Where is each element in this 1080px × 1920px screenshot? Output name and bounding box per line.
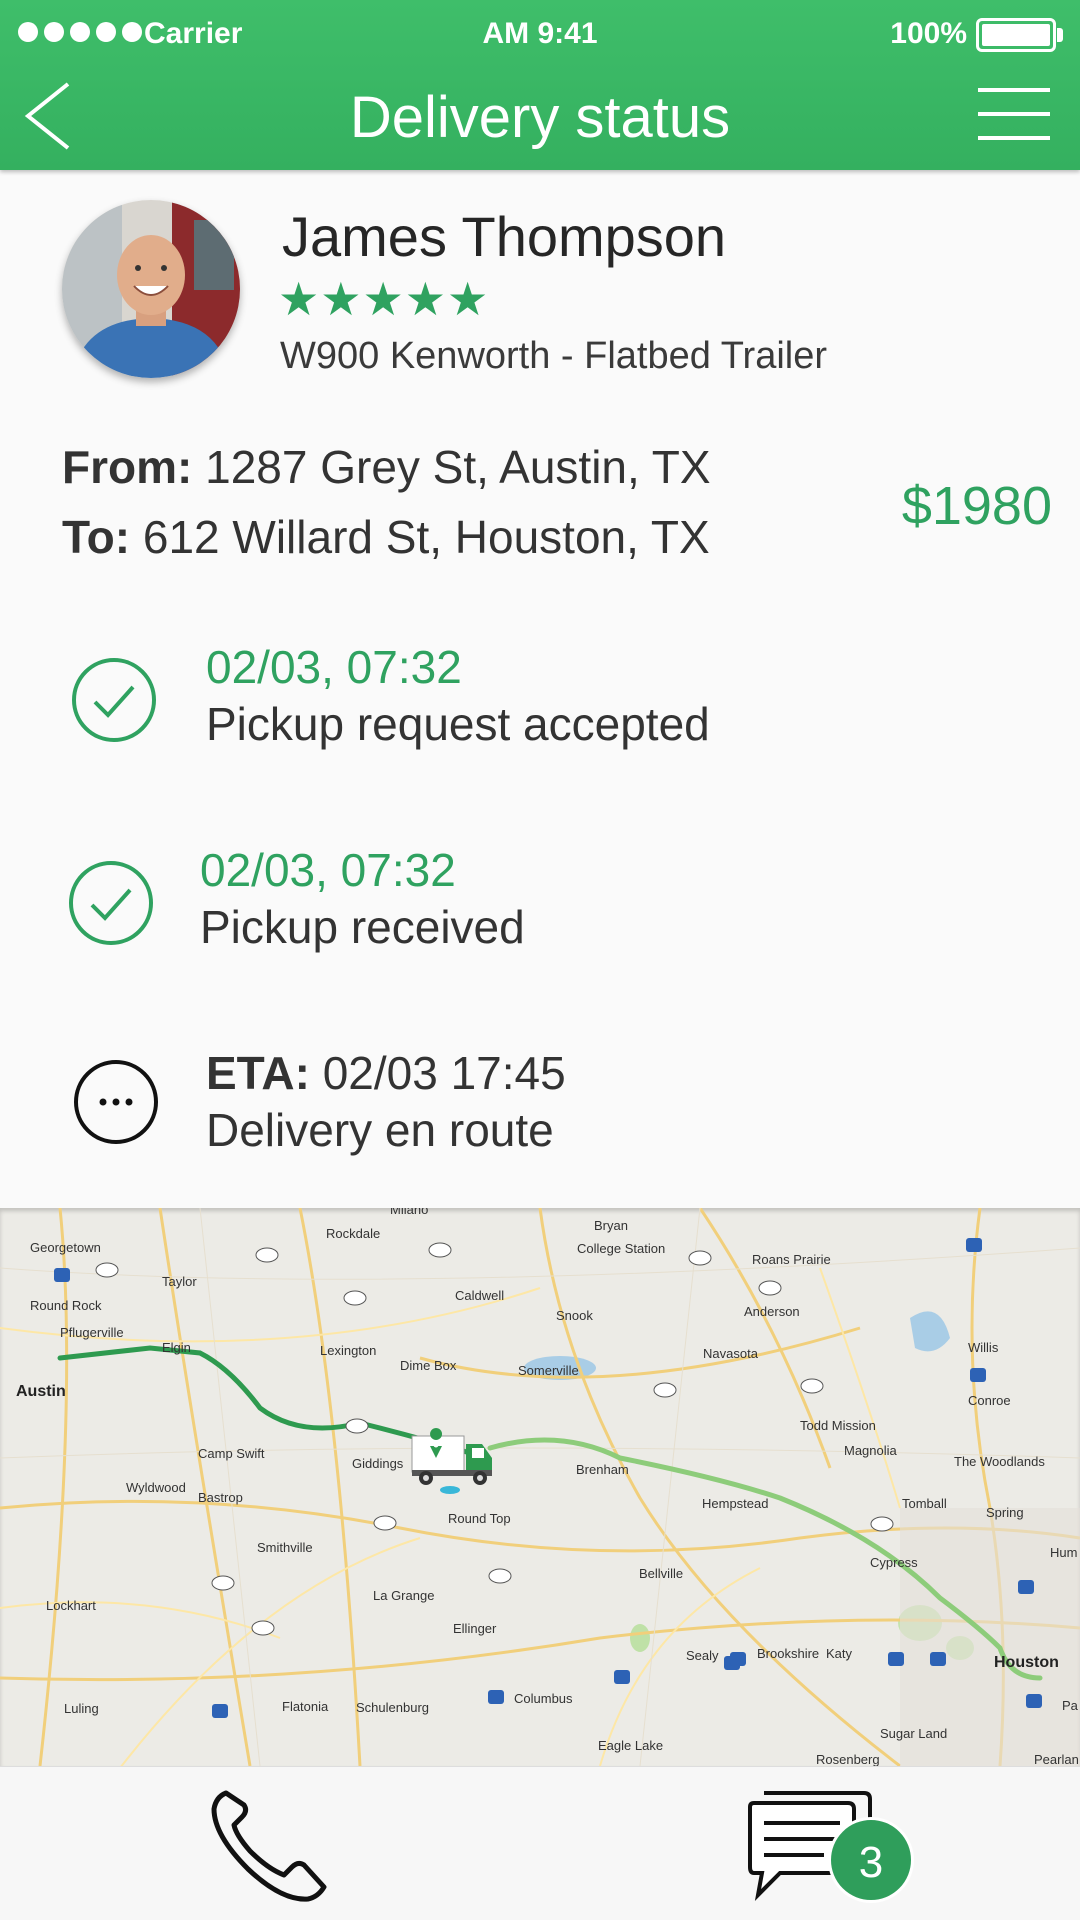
step-time: 02/03, 07:32: [206, 641, 462, 693]
map-label: Todd Mission: [800, 1418, 876, 1433]
map-label: Houston: [994, 1654, 1059, 1671]
map-label: Schulenburg: [356, 1700, 429, 1715]
map-label: Dime Box: [400, 1358, 457, 1373]
map-label: Pa: [1062, 1698, 1078, 1713]
map-label: Luling: [64, 1701, 99, 1716]
map-label: Columbus: [514, 1691, 573, 1706]
map-label: Austin: [16, 1383, 66, 1400]
map-label: Anderson: [744, 1304, 800, 1319]
map-label: Navasota: [703, 1346, 758, 1361]
step-time: 02/03, 07:32: [200, 844, 456, 896]
map-label: Bellville: [639, 1566, 684, 1581]
from-address: From: 1287 Grey St, Austin, TX: [62, 440, 711, 494]
map-label: Giddings: [352, 1456, 404, 1471]
map-label: Conroe: [968, 1393, 1011, 1408]
map-label: Camp Swift: [198, 1446, 265, 1461]
map-label: Bryan: [594, 1218, 628, 1233]
vehicle-info: W900 Kenworth - Flatbed Trailer: [280, 335, 828, 377]
map-label: Brookshire: [757, 1646, 820, 1661]
map-label: Round Rock: [30, 1298, 102, 1313]
map-label: Taylor: [162, 1274, 197, 1289]
map-label: Cypress: [870, 1555, 918, 1570]
map-label: Tomball: [902, 1496, 947, 1511]
map-label: Flatonia: [282, 1699, 329, 1714]
app-header: Carrier AM 9:41 100% Delivery status: [0, 0, 1080, 170]
map-label: Milano: [390, 1208, 429, 1217]
map-label: Rockdale: [326, 1226, 381, 1241]
map-label: Eagle Lake: [598, 1738, 664, 1753]
hamburger-icon: [978, 88, 1050, 92]
eta-time: ETA: 02/03 17:45: [206, 1046, 566, 1100]
map-label: La Grange: [373, 1588, 435, 1603]
map-label: Sugar Land: [880, 1726, 948, 1741]
map-label: Ellinger: [453, 1621, 497, 1636]
truck-icon: [411, 1428, 492, 1494]
rating-stars: ★★★★★: [278, 272, 490, 326]
check-circle-icon: [72, 658, 156, 742]
map-label: Hum: [1050, 1545, 1078, 1560]
step-label: Pickup received: [200, 901, 525, 953]
map-label: Somerville: [518, 1363, 579, 1378]
battery-percent: 100%: [890, 17, 967, 50]
map-label: Lexington: [320, 1343, 377, 1358]
route-map[interactable]: Georgetown Taylor Round Rock Pflugervill…: [0, 1208, 1080, 1766]
map-label: Elgin: [162, 1340, 191, 1355]
eta-value: 02/03 17:45: [322, 1047, 566, 1099]
eta-label: ETA:: [206, 1047, 310, 1099]
map-label: Sealy: [686, 1648, 719, 1663]
bottom-bar: 3: [0, 1766, 1080, 1920]
more-circle-icon: [74, 1060, 158, 1144]
map-label: Caldwell: [455, 1288, 505, 1303]
to-label: To:: [62, 511, 131, 563]
unread-badge: 3: [828, 1817, 914, 1903]
map-label: Magnolia: [844, 1443, 897, 1458]
menu-button[interactable]: [978, 88, 1050, 144]
step-label: Pickup request accepted: [206, 698, 710, 750]
phone-icon: [211, 1790, 327, 1902]
battery-icon: [976, 18, 1056, 52]
from-label: From:: [62, 441, 193, 493]
map-label: Snook: [556, 1308, 593, 1323]
to-value: 612 Willard St, Houston, TX: [142, 511, 710, 563]
delivery-price: $1980: [901, 476, 1052, 536]
battery-tip: [1057, 28, 1063, 42]
map-label: Wyldwood: [126, 1480, 186, 1495]
map-label: Willis: [968, 1340, 999, 1355]
call-button[interactable]: [208, 1785, 330, 1905]
check-circle-icon: [69, 861, 153, 945]
map-label: Hempstead: [702, 1496, 769, 1511]
map-label: Spring: [986, 1505, 1024, 1520]
map-label: Smithville: [257, 1540, 313, 1555]
step-label: Delivery en route: [206, 1104, 554, 1156]
map-label: Georgetown: [30, 1240, 101, 1255]
map-label: Round Top: [448, 1511, 511, 1526]
map-label: Pearlan: [1034, 1752, 1079, 1766]
driver-name: James Thompson: [282, 205, 727, 268]
map-label: Roans Prairie: [752, 1252, 831, 1267]
from-value: 1287 Grey St, Austin, TX: [205, 441, 711, 493]
map-label: Bastrop: [198, 1490, 243, 1505]
to-address: To: 612 Willard St, Houston, TX: [62, 510, 710, 564]
map-label: The Woodlands: [954, 1454, 1045, 1469]
status-bar: Carrier AM 9:41 100%: [0, 0, 1080, 68]
driver-avatar: [62, 200, 240, 378]
map-label: Katy: [826, 1646, 853, 1661]
map-label: Rosenberg: [816, 1752, 880, 1766]
map-label: College Station: [577, 1241, 666, 1256]
map-label: Brenham: [576, 1462, 629, 1477]
page-title: Delivery status: [349, 85, 731, 150]
map-label: Pflugerville: [60, 1325, 124, 1340]
map-label: Lockhart: [46, 1598, 96, 1613]
